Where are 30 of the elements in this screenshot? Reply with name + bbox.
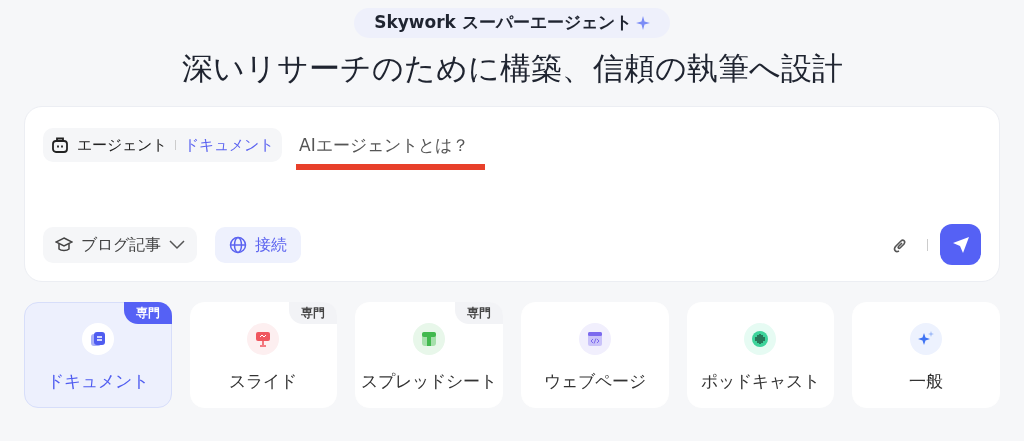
category-card[interactable]: 専門 ドキュメント bbox=[24, 302, 172, 408]
page-title: 深いリサーチのために構築、信頼の執筆へ設計 bbox=[181, 49, 843, 88]
card-label: 一般 bbox=[909, 370, 944, 393]
card-label: スプレッドシート bbox=[361, 370, 498, 393]
graduation-cap-icon bbox=[55, 235, 73, 254]
sparkle-icon bbox=[635, 16, 650, 30]
format-dropdown[interactable]: ブログ記事 bbox=[43, 226, 197, 263]
category-card[interactable]: ウェブページ bbox=[521, 302, 669, 408]
prompt-input[interactable]: AIエージェントとは？ bbox=[296, 128, 596, 162]
mode-selector[interactable]: エージェント ドキュメント bbox=[43, 128, 282, 162]
send-button[interactable] bbox=[940, 224, 981, 265]
category-card[interactable]: ポッドキャスト bbox=[686, 302, 835, 408]
category-card[interactable]: 専門 スプレッドシート bbox=[355, 302, 503, 408]
pro-badge: 専門 bbox=[289, 302, 338, 324]
card-label: ウェブページ bbox=[543, 370, 646, 393]
mode-label: エージェント bbox=[77, 134, 167, 156]
pro-badge: 専門 bbox=[455, 302, 503, 324]
pro-badge: 専門 bbox=[123, 302, 172, 324]
globe-icon bbox=[229, 235, 247, 254]
mode-sublabel: ドキュメント bbox=[184, 134, 274, 156]
robot-icon bbox=[51, 136, 69, 154]
card-label: ドキュメント bbox=[46, 370, 149, 393]
chevron-down-icon bbox=[169, 239, 185, 250]
category-card[interactable]: 専門 スライド bbox=[189, 302, 338, 408]
send-icon bbox=[951, 235, 970, 254]
card-label: ポッドキャスト bbox=[701, 370, 820, 393]
card-label: スライド bbox=[229, 370, 298, 393]
category-card[interactable]: 一般 bbox=[852, 302, 1000, 408]
header-badge-text: Skywork スーパーエージェント bbox=[374, 11, 632, 35]
connect-button[interactable]: 接続 bbox=[215, 226, 301, 263]
